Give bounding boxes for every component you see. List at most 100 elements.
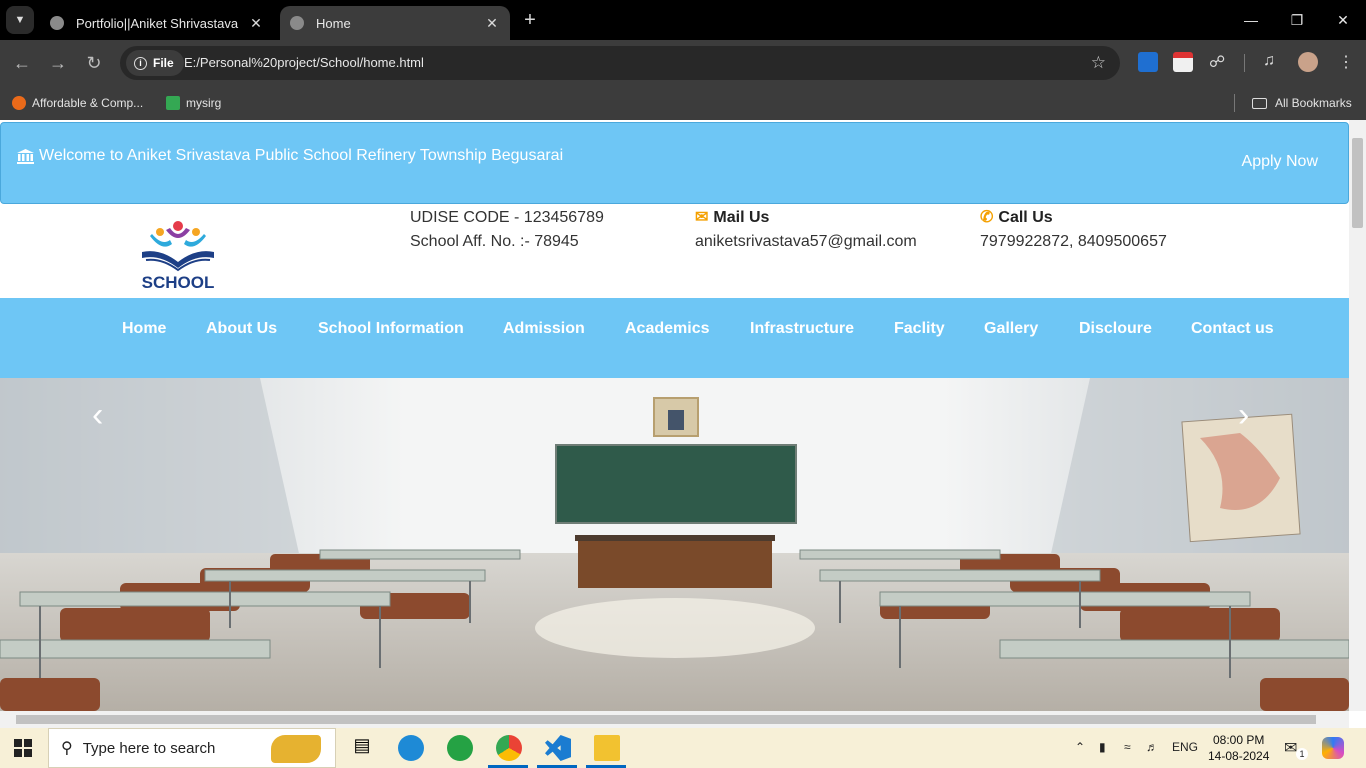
- vertical-scrollbar[interactable]: [1349, 120, 1366, 711]
- task-view-icon[interactable]: ▤: [349, 735, 375, 761]
- phone-icon: ✆: [980, 209, 994, 226]
- nav-admission[interactable]: Admission: [503, 320, 585, 338]
- corn-search-highlight-icon: [271, 735, 321, 763]
- tab-search-button[interactable]: ▼: [6, 6, 34, 34]
- affiliation-number: School Aff. No. :- 78945: [410, 233, 579, 250]
- welcome-bar: Welcome to Aniket Srivastava Public Scho…: [0, 122, 1349, 204]
- bookmarks-bar: Affordable & Comp... mysirg All Bookmark…: [0, 86, 1366, 120]
- tab-title: Home: [316, 15, 351, 31]
- classroom-image: [0, 378, 1349, 711]
- nav-faclity[interactable]: Faclity: [894, 320, 945, 338]
- whatsapp-icon[interactable]: [447, 735, 473, 761]
- extension-icon[interactable]: [1173, 52, 1193, 72]
- carousel-next-icon[interactable]: ›: [1238, 396, 1249, 435]
- envelope-icon: ✉: [695, 209, 709, 226]
- edge-icon[interactable]: [398, 735, 424, 761]
- nav-infrastructure[interactable]: Infrastructure: [750, 320, 854, 338]
- bookmark-favicon-icon: [12, 96, 26, 110]
- school-logo[interactable]: SCHOOL: [136, 218, 220, 292]
- minimize-button[interactable]: —: [1228, 0, 1274, 40]
- copilot-icon[interactable]: [1322, 737, 1344, 759]
- udise-block: UDISE CODE - 123456789 School Aff. No. :…: [410, 206, 604, 254]
- close-window-button[interactable]: ✕: [1320, 0, 1366, 40]
- site-chip-label: File: [153, 56, 174, 70]
- bookmark-item[interactable]: Affordable & Comp...: [12, 93, 143, 113]
- nav-discloure[interactable]: Discloure: [1079, 320, 1152, 338]
- phone-numbers[interactable]: 7979922872, 8409500657: [980, 230, 1167, 254]
- nav-about-us[interactable]: About Us: [206, 320, 277, 338]
- reload-button[interactable]: ↻: [80, 49, 108, 77]
- bookmark-label: mysirg: [186, 96, 222, 110]
- close-tab-icon[interactable]: ✕: [248, 15, 264, 32]
- udise-code: UDISE CODE - 123456789: [410, 209, 604, 226]
- nav-academics[interactable]: Academics: [625, 320, 710, 338]
- scrollbar-thumb[interactable]: [1352, 138, 1363, 228]
- tab-portfolio[interactable]: Portfolio||Aniket Shrivastava ✕: [40, 6, 274, 40]
- logo-text: SCHOOL: [142, 273, 215, 292]
- bookmarks-divider: [1234, 94, 1235, 112]
- welcome-text: Welcome to Aniket Srivastava Public Scho…: [39, 147, 564, 164]
- bookmark-item[interactable]: mysirg: [166, 93, 221, 113]
- battery-icon[interactable]: ▮: [1099, 740, 1106, 754]
- chrome-icon[interactable]: [496, 735, 522, 761]
- nav-gallery[interactable]: Gallery: [984, 320, 1038, 338]
- tab-title: Portfolio||Aniket Shrivastava: [76, 15, 239, 31]
- extension-icon[interactable]: [1138, 52, 1158, 72]
- new-tab-button[interactable]: +: [518, 8, 542, 32]
- nav-contact-us[interactable]: Contact us: [1191, 320, 1274, 338]
- url-text[interactable]: E:/Personal%20project/School/home.html: [184, 55, 424, 70]
- puzzle-icon[interactable]: ☍: [1209, 52, 1225, 72]
- bookmark-star-icon[interactable]: ☆: [1091, 53, 1106, 73]
- notification-count-badge: 1: [1296, 748, 1308, 760]
- clock-date: 14-08-2024: [1208, 749, 1270, 763]
- address-bar[interactable]: i File E:/Personal%20project/School/home…: [120, 46, 1120, 80]
- windows-taskbar: ⚲ Type here to search ▤ ⌃ ▮ ≈ ♬ ENG 08:0…: [0, 728, 1366, 768]
- all-bookmarks-label: All Bookmarks: [1275, 96, 1352, 110]
- hero-carousel: ‹ ›: [0, 378, 1349, 711]
- bookmark-favicon-icon: [166, 96, 180, 110]
- mail-block: ✉ Mail Us aniketsrivastava57@gmail.com: [695, 206, 917, 254]
- scrollbar-thumb[interactable]: [16, 715, 1316, 724]
- mail-address[interactable]: aniketsrivastava57@gmail.com: [695, 230, 917, 254]
- folder-icon: [1252, 97, 1267, 109]
- chevron-up-icon[interactable]: ⌃: [1075, 740, 1085, 754]
- mail-heading: Mail Us: [713, 209, 770, 226]
- language-indicator[interactable]: ENG: [1172, 740, 1198, 754]
- clock-time: 08:00 PM: [1213, 733, 1265, 747]
- site-info-chip[interactable]: i File: [126, 50, 184, 76]
- windows-start-icon[interactable]: [14, 739, 32, 757]
- welcome-message: Welcome to Aniket Srivastava Public Scho…: [17, 147, 563, 165]
- volume-icon[interactable]: ♬: [1146, 740, 1158, 754]
- close-tab-icon[interactable]: ✕: [484, 15, 500, 32]
- carousel-prev-icon[interactable]: ‹: [92, 396, 103, 435]
- search-icon: ⚲: [61, 740, 73, 757]
- file-explorer-icon[interactable]: [594, 735, 620, 761]
- kebab-menu-icon[interactable]: ⋮: [1338, 52, 1354, 72]
- call-heading: Call Us: [998, 209, 1053, 226]
- horizontal-scrollbar[interactable]: [0, 711, 1349, 728]
- forward-button[interactable]: →: [44, 49, 72, 77]
- search-placeholder: Type here to search: [82, 739, 216, 757]
- nav-school-information[interactable]: School Information: [318, 320, 464, 338]
- vscode-icon[interactable]: [545, 735, 571, 761]
- browser-toolbar: ← → ↻ i File E:/Personal%20project/Schoo…: [0, 40, 1366, 86]
- info-icon: i: [134, 56, 147, 70]
- taskbar-search[interactable]: ⚲ Type here to search: [48, 728, 336, 768]
- chevron-down-icon: ▼: [14, 14, 26, 26]
- main-nav: Home About Us School Information Admissi…: [0, 298, 1349, 378]
- globe-icon: [50, 16, 64, 30]
- institution-icon: [17, 148, 34, 164]
- wifi-icon[interactable]: ≈: [1124, 740, 1131, 754]
- toolbar-divider: [1244, 54, 1245, 72]
- restore-button[interactable]: ❐: [1274, 0, 1320, 40]
- apply-now-link[interactable]: Apply Now: [1242, 153, 1318, 171]
- media-control-icon[interactable]: ♫: [1263, 52, 1275, 70]
- nav-home[interactable]: Home: [122, 320, 166, 338]
- tab-home[interactable]: Home ✕: [280, 6, 510, 40]
- all-bookmarks-button[interactable]: All Bookmarks: [1252, 93, 1352, 113]
- avatar[interactable]: [1298, 52, 1318, 72]
- back-button[interactable]: ←: [8, 49, 36, 77]
- globe-icon: [290, 16, 304, 30]
- clock[interactable]: 08:00 PM 14-08-2024: [1208, 732, 1269, 764]
- bookmark-label: Affordable & Comp...: [32, 96, 144, 110]
